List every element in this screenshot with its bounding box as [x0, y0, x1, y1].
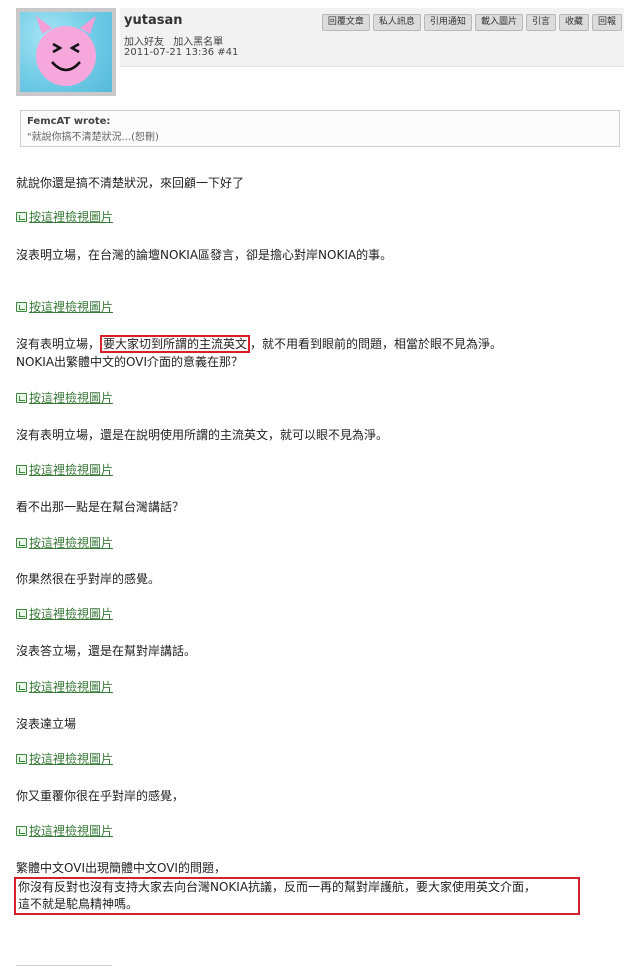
image-icon [16, 826, 27, 836]
image-icon [16, 609, 27, 619]
view-image-link[interactable]: 按這裡檢視圖片 [16, 299, 113, 315]
view-image-label: 按這裡檢視圖片 [29, 463, 114, 477]
post-paragraph: 繁體中文OVI出現簡體中文OVI的問題， [16, 861, 226, 875]
view-image-label: 按這裡檢視圖片 [29, 680, 114, 694]
post-paragraph: 沒表答立場，還是在幫對岸講話。 [16, 644, 197, 658]
favorite-button[interactable]: 收藏 [558, 14, 589, 31]
image-icon [16, 393, 27, 403]
image-icon [16, 538, 27, 548]
private-message-button[interactable]: 私人訊息 [372, 14, 421, 31]
view-image-label: 按這裡檢視圖片 [29, 752, 114, 766]
user-links: 加入好友 加入黑名單 [124, 33, 229, 48]
image-icon [16, 465, 27, 475]
view-image-link[interactable]: 按這裡檢視圖片 [16, 390, 113, 406]
image-icon [16, 302, 27, 312]
view-image-label: 按這裡檢視圖片 [29, 607, 114, 621]
image-icon [16, 754, 27, 764]
post-date: 2011-07-21 13:36 #41 [124, 47, 239, 58]
image-icon [16, 682, 27, 692]
view-image-link[interactable]: 按這裡檢視圖片 [16, 751, 113, 767]
view-image-label: 按這裡檢視圖片 [29, 300, 114, 314]
view-image-label: 按這裡檢視圖片 [29, 391, 114, 405]
post-paragraph: 沒有表明立場， 要大家切到所謂的主流英文 ，就不用看到眼前的問題，相當於眼不見為淨。 [16, 335, 503, 353]
report-button[interactable]: 回報 [591, 14, 622, 31]
view-image-link[interactable]: 按這裡檢視圖片 [16, 679, 113, 695]
load-images-button[interactable]: 載入圖片 [474, 14, 523, 31]
post-paragraph: 你果然很在乎對岸的感覺。 [16, 572, 161, 586]
view-image-label: 按這裡檢視圖片 [29, 536, 114, 550]
post-paragraph: 這不就是駝鳥精神嗎。 [18, 897, 139, 911]
quote-box: FemcAT wrote: "就說你搞不清楚狀況...(恕刪) [20, 110, 620, 147]
quote-notify-button[interactable]: 引用通知 [423, 14, 472, 31]
divider [16, 965, 112, 966]
paragraph-text: ，就不用看到眼前的問題，相當於眼不見為淨。 [250, 337, 503, 351]
post-actions: 回覆文章 私人訊息 引用通知 載入圖片 引言 收藏 回報 [321, 14, 622, 31]
post-paragraph: 就說你還是搞不清楚狀況，來回顧一下好了 [16, 176, 245, 190]
post-paragraph: 沒表明立場，在台灣的論壇NOKIA區發言，卻是擔心對岸NOKIA的事。 [16, 248, 393, 262]
image-icon [16, 212, 27, 222]
reply-button[interactable]: 回覆文章 [321, 14, 370, 31]
view-image-link[interactable]: 按這裡檢視圖片 [16, 462, 113, 478]
quote-text: "就說你搞不清楚狀況...(恕刪) [27, 132, 159, 143]
paragraph-text: 沒有表明立場， [16, 337, 101, 351]
post-paragraph: 看不出那一點是在幫台灣講話？ [16, 500, 185, 514]
view-image-label: 按這裡檢視圖片 [29, 824, 114, 838]
highlighted-text: 要大家切到所謂的主流英文 [100, 335, 251, 353]
user-avatar[interactable] [16, 8, 116, 96]
view-image-link[interactable]: 按這裡檢視圖片 [16, 535, 113, 551]
view-image-link[interactable]: 按這裡檢視圖片 [16, 823, 113, 839]
quote-button[interactable]: 引言 [525, 14, 556, 31]
post-paragraph: 你沒有反對也沒有支持大家去向台灣NOKIA抗議，反而一再的幫對岸護航，要大家使用… [18, 880, 537, 894]
view-image-link[interactable]: 按這裡檢視圖片 [16, 606, 113, 622]
pink-devil-avatar-icon [36, 16, 96, 86]
quote-author: FemcAT wrote: [27, 116, 111, 127]
username[interactable]: yutasan [124, 13, 182, 28]
view-image-link[interactable]: 按這裡檢視圖片 [16, 209, 113, 225]
post-paragraph: 沒表達立場 [16, 717, 77, 731]
post-paragraph: NOKIA出繁體中文的OVI介面的意義在那？ [16, 355, 244, 369]
post-paragraph: 沒有表明立場，還是在說明使用所謂的主流英文，就可以眼不見為淨。 [16, 428, 389, 442]
post-paragraph: 你又重覆你很在乎對岸的感覺， [16, 789, 185, 803]
view-image-label: 按這裡檢視圖片 [29, 210, 114, 224]
